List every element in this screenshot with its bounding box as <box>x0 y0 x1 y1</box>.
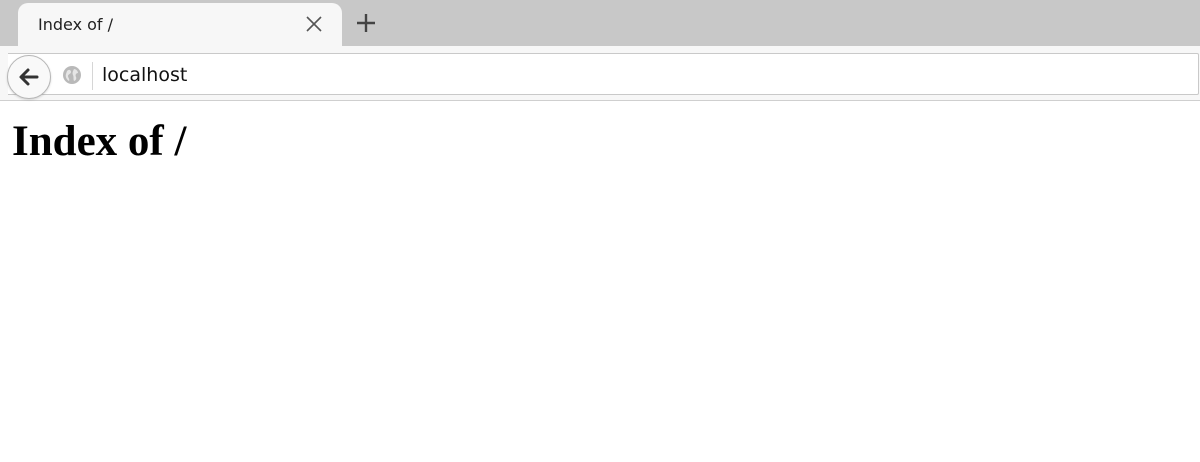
tab-title: Index of / <box>38 15 114 34</box>
globe-icon[interactable] <box>62 65 82 85</box>
back-arrow-icon <box>19 68 39 86</box>
back-button[interactable] <box>7 55 51 99</box>
page-heading: Index of / <box>12 118 187 165</box>
tab-strip: Index of / <box>0 0 1200 46</box>
close-icon[interactable] <box>304 14 324 34</box>
url-divider <box>92 62 93 90</box>
new-tab-plus-icon[interactable] <box>355 12 377 34</box>
page-content: Index of / <box>0 103 1200 462</box>
tab-active[interactable]: Index of / <box>18 3 342 46</box>
url-text[interactable]: localhost <box>102 64 187 86</box>
browser-window: Index of / localhost Index of / <box>0 0 1200 462</box>
